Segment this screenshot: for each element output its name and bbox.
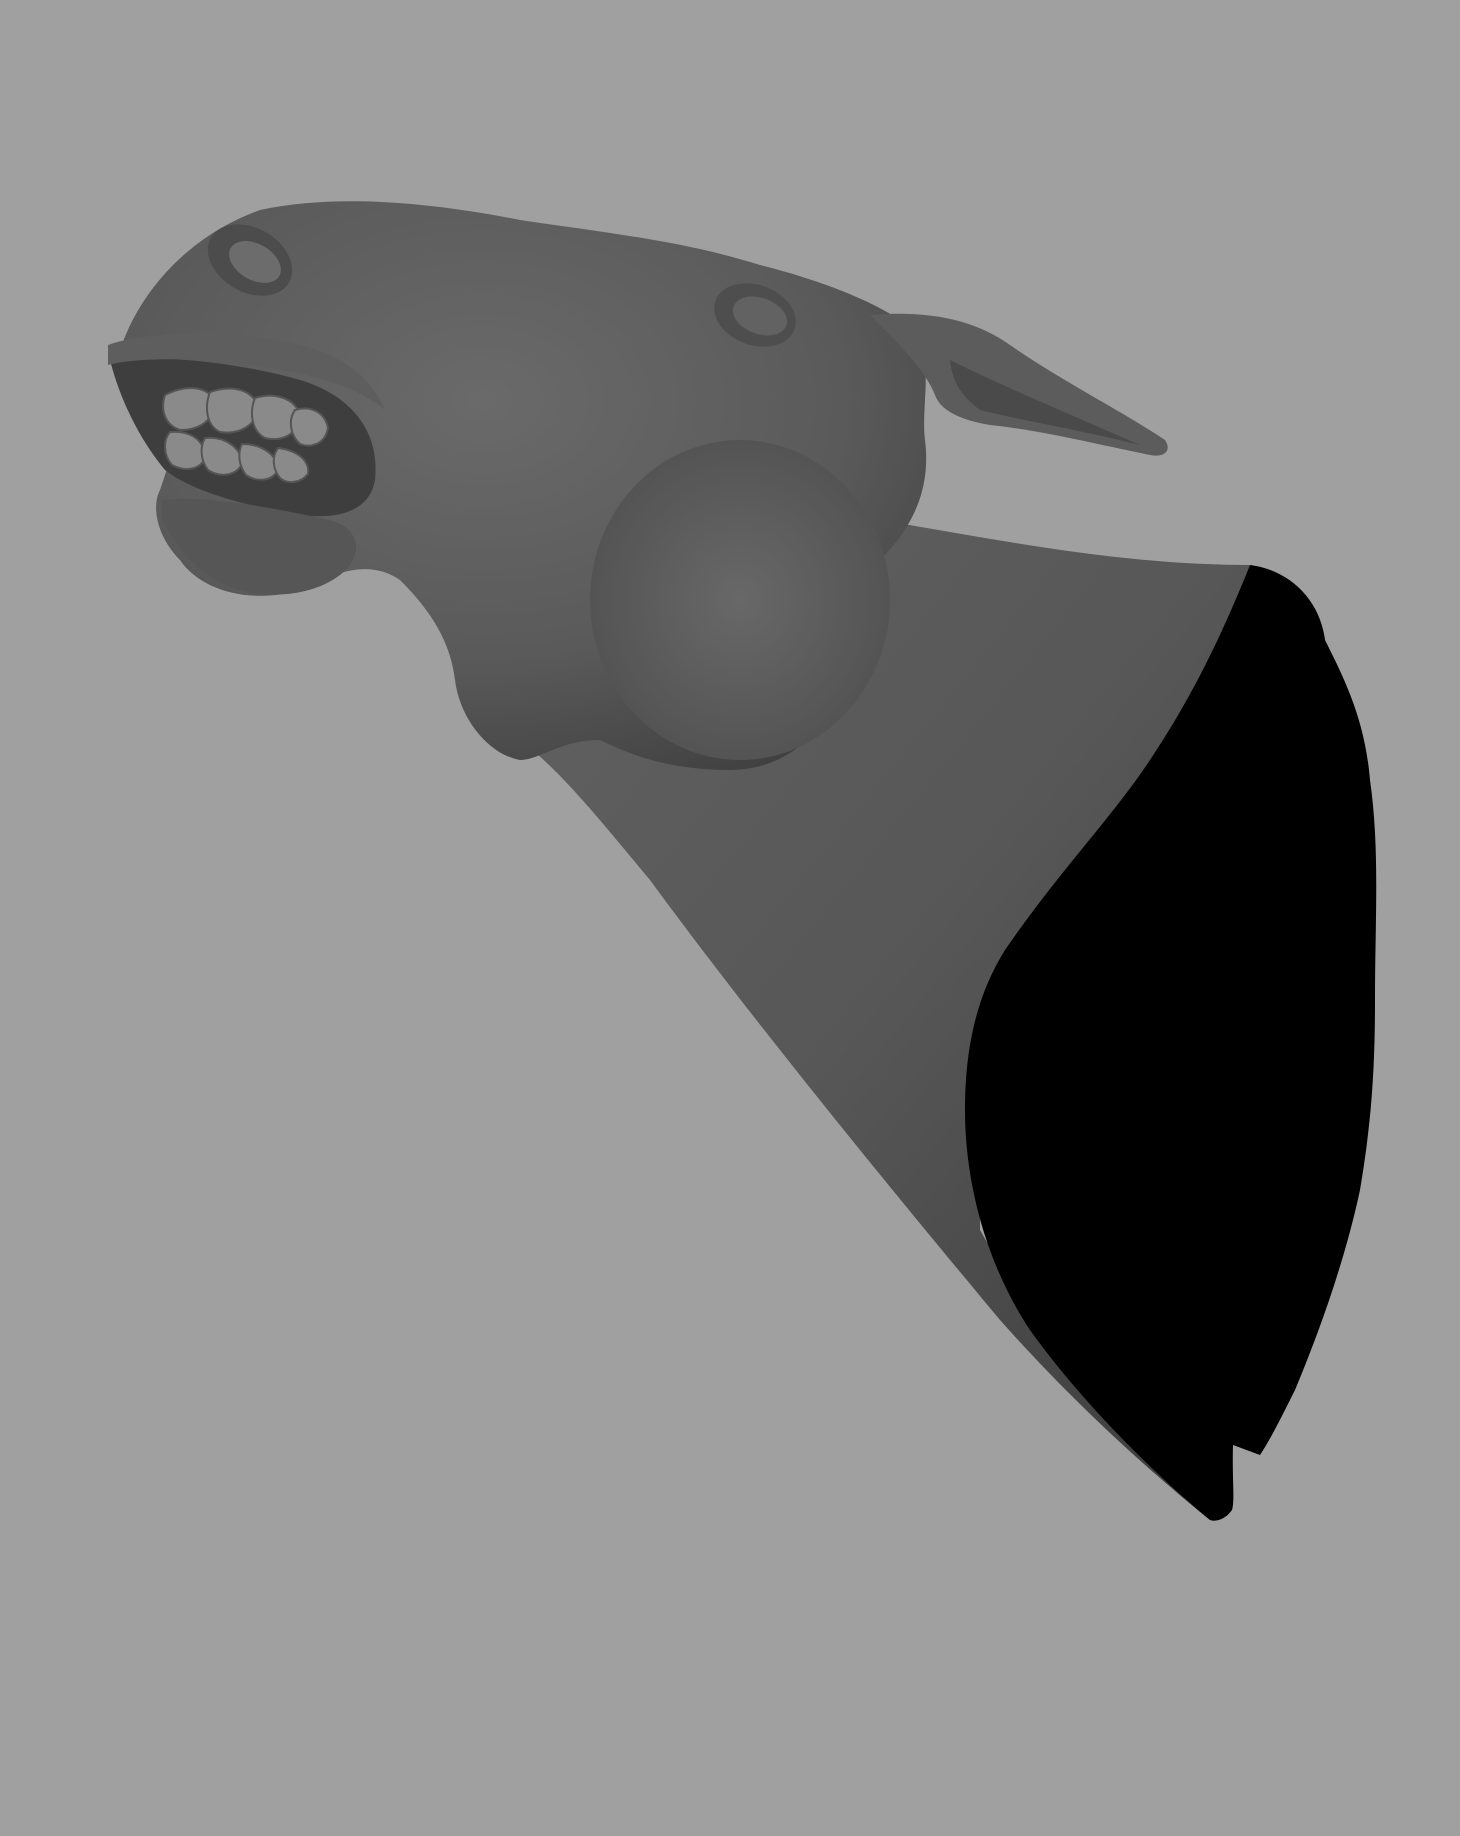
3d-viewport[interactable]	[0, 0, 1460, 1836]
horse-head-render	[108, 201, 1377, 1521]
cheek	[590, 440, 890, 760]
